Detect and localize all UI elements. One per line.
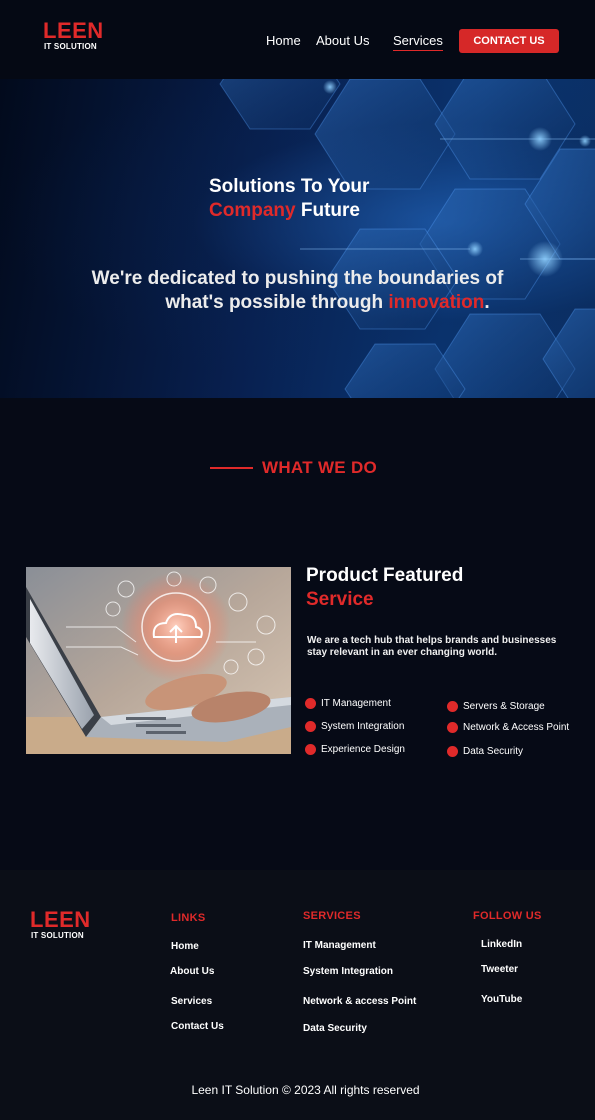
site-header: LEEN IT SOLUTION Home About Us Services …	[0, 0, 595, 79]
footer-service-network-access-point[interactable]: Network & access Point	[303, 996, 416, 1007]
service-item-it-management[interactable]: IT Management	[305, 698, 391, 709]
service-item-label: Data Security	[463, 746, 524, 757]
logo-name: LEEN	[43, 18, 104, 43]
bullet-dot-icon	[447, 701, 458, 712]
feature-title-line2: Service	[306, 589, 374, 610]
hero-banner: Solutions To Your Company Future We're d…	[0, 79, 595, 398]
bullet-dot-icon	[447, 746, 458, 757]
hexagon-background-graphic	[219, 79, 595, 398]
logo[interactable]: LEEN IT SOLUTION	[43, 20, 104, 51]
hero-subtitle: We're dedicated to pushing the boundarie…	[55, 267, 540, 315]
bullet-dot-icon	[447, 722, 458, 733]
hero-subtitle-suffix: .	[484, 292, 490, 313]
hero-title-line2: Company Future	[209, 199, 369, 223]
section-heading: WHAT WE DO	[262, 458, 378, 477]
footer-links-heading: LINKS	[171, 912, 206, 924]
service-item-experience-design[interactable]: Experience Design	[305, 744, 405, 755]
nav-services[interactable]: Services	[393, 33, 443, 51]
service-item-label: Experience Design	[321, 744, 405, 755]
service-item-label: IT Management	[321, 698, 391, 709]
nav-home[interactable]: Home	[266, 33, 301, 48]
footer-logo[interactable]: LEEN IT SOLUTION	[30, 909, 91, 940]
hero-subtitle-line1: We're dedicated to pushing the boundarie…	[91, 268, 504, 289]
service-item-system-integration[interactable]: System Integration	[305, 721, 404, 732]
footer-social-tweeter[interactable]: Tweeter	[481, 964, 518, 975]
feature-title-line1: Product Featured	[306, 565, 464, 586]
service-item-label: Servers & Storage	[463, 701, 545, 712]
footer-service-data-security[interactable]: Data Security	[303, 1023, 367, 1034]
service-item-network-access-point[interactable]: Network & Access Point	[447, 722, 569, 733]
contact-us-button[interactable]: CONTACT US	[459, 29, 559, 53]
footer-link-contact-us[interactable]: Contact Us	[171, 1021, 224, 1032]
service-item-label: Network & Access Point	[463, 722, 570, 733]
footer-copyright: Leen IT Solution © 2023 All rights reser…	[191, 1083, 420, 1097]
footer-social-youtube[interactable]: YouTube	[481, 994, 522, 1005]
footer-link-services[interactable]: Services	[171, 996, 212, 1007]
service-item-data-security[interactable]: Data Security	[447, 746, 523, 757]
feature-description: We are a tech hub that helps brands and …	[307, 635, 557, 658]
bullet-dot-icon	[305, 744, 316, 755]
logo-tagline: IT SOLUTION	[44, 42, 97, 51]
hero-title-rest: Future	[295, 200, 360, 221]
hero-subtitle-prefix: what's possible through	[165, 292, 389, 313]
bullet-dot-icon	[305, 698, 316, 709]
hero-subtitle-line2: what's possible through innovation.	[115, 291, 540, 315]
service-item-servers-storage[interactable]: Servers & Storage	[447, 701, 545, 712]
hero-title: Solutions To Your Company Future	[209, 175, 369, 223]
bullet-dot-icon	[305, 721, 316, 732]
footer-services-heading: SERVICES	[303, 910, 361, 922]
laptop-cloud-image	[26, 567, 291, 754]
footer-link-about-us[interactable]: About Us	[170, 966, 214, 977]
service-item-label: System Integration	[321, 721, 405, 732]
feature-title: Product Featured Service	[306, 564, 463, 612]
hero-title-highlight: Company	[209, 200, 296, 221]
section-heading-divider	[210, 467, 253, 469]
footer-link-home[interactable]: Home	[171, 941, 199, 952]
hero-subtitle-highlight: innovation	[388, 292, 485, 313]
footer-logo-name: LEEN	[30, 907, 91, 932]
footer-service-system-integration[interactable]: System Integration	[303, 966, 393, 977]
footer-service-it-management[interactable]: IT Management	[303, 940, 376, 951]
footer-logo-tagline: IT SOLUTION	[31, 931, 84, 940]
nav-about-us[interactable]: About Us	[316, 33, 369, 48]
footer-social-linkedin[interactable]: LinkedIn	[481, 939, 522, 950]
hero-title-line1: Solutions To Your	[209, 176, 370, 197]
footer-follow-heading: FOLLOW US	[473, 910, 542, 922]
